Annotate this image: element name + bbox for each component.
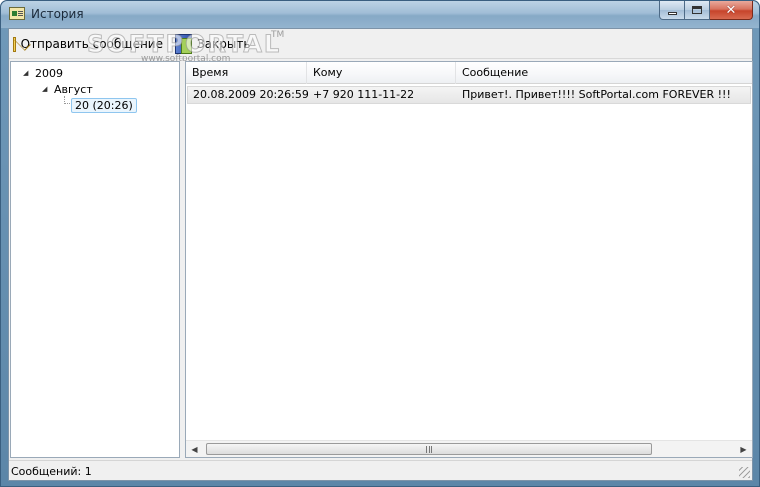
history-window: История ✕ Отправить сообщение Закрыть SO…: [0, 0, 760, 487]
close-icon: ✕: [725, 2, 737, 18]
status-message-count: Сообщений: 1: [11, 465, 92, 478]
horizontal-scrollbar[interactable]: ◀ ▶: [186, 440, 752, 457]
window-title: История: [31, 7, 84, 21]
tree-node-month[interactable]: ◢ Август: [42, 81, 93, 97]
minimize-icon: [667, 11, 677, 15]
window-controls: ✕: [659, 1, 753, 20]
collapse-triangle-icon[interactable]: ◢: [23, 69, 32, 77]
grip-icon: [426, 445, 432, 453]
resize-grip-icon[interactable]: [739, 467, 750, 478]
send-message-button[interactable]: Отправить сообщение: [13, 33, 163, 55]
title-bar[interactable]: История ✕: [1, 1, 759, 28]
list-header: Время Кому Сообщение: [186, 62, 752, 84]
exit-door-icon: [175, 34, 192, 54]
tree-year-label: 2009: [35, 66, 63, 80]
status-bar: Сообщений: 1: [9, 460, 752, 480]
table-row[interactable]: 20.08.2009 20:26:59 +7 920 111-11-22 При…: [187, 86, 751, 104]
tree-node-year[interactable]: ◢ 2009: [23, 65, 63, 81]
tree-month-label: Август: [54, 82, 93, 96]
envelope-icon: [13, 36, 16, 52]
messages-list[interactable]: Время Кому Сообщение 20.08.2009 20:26:59…: [185, 61, 753, 458]
maximize-button[interactable]: [685, 1, 710, 20]
toolbar: Отправить сообщение Закрыть SOFTPORTAL T…: [9, 29, 752, 64]
client-area: Отправить сообщение Закрыть SOFTPORTAL T…: [8, 28, 753, 481]
tree-day-label: 20 (20:26): [71, 97, 137, 113]
send-message-label: Отправить сообщение: [20, 37, 163, 51]
collapse-triangle-icon[interactable]: ◢: [42, 85, 51, 93]
minimize-button[interactable]: [659, 1, 685, 20]
cell-to: +7 920 111-11-22: [313, 88, 415, 101]
cell-message: Привет!. Привет!!!! SoftPortal.com FOREV…: [462, 88, 731, 101]
close-button[interactable]: Закрыть: [175, 33, 265, 55]
app-icon: [9, 7, 25, 20]
scroll-right-icon[interactable]: ▶: [735, 441, 752, 457]
maximize-icon: [692, 6, 702, 14]
scroll-left-icon[interactable]: ◀: [186, 441, 203, 457]
watermark-tm: TM: [271, 30, 285, 40]
column-header-time[interactable]: Время: [186, 62, 307, 84]
tree-node-day[interactable]: 20 (20:26): [63, 97, 137, 113]
scroll-thumb[interactable]: [206, 443, 652, 455]
date-tree[interactable]: ◢ 2009 ◢ Август 20 (20:26): [10, 61, 180, 458]
cell-time: 20.08.2009 20:26:59: [193, 88, 308, 101]
column-header-to[interactable]: Кому: [307, 62, 456, 84]
toolbar-separator: [169, 34, 170, 54]
column-header-message[interactable]: Сообщение: [456, 62, 752, 84]
close-label: Закрыть: [197, 37, 251, 51]
close-window-button[interactable]: ✕: [710, 1, 753, 20]
